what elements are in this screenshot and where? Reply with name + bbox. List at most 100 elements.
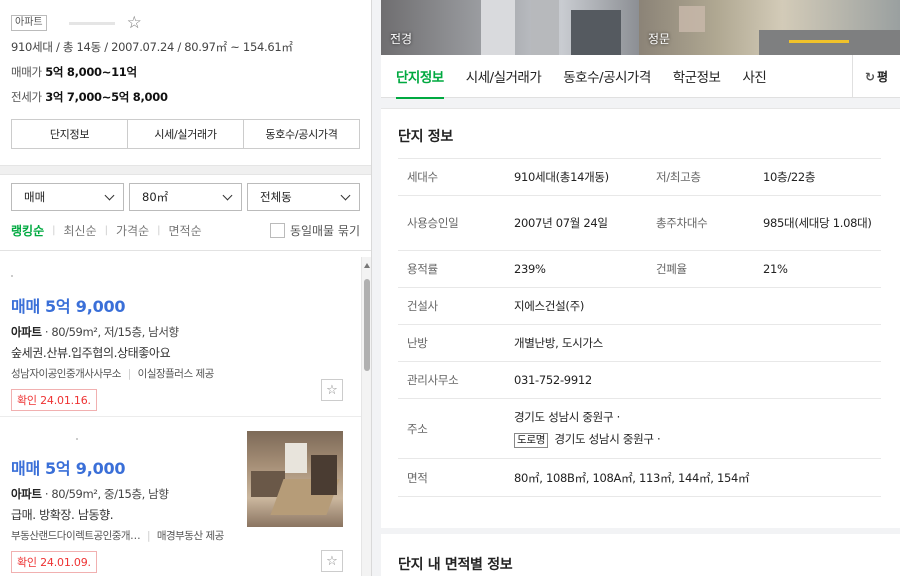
unit-toggle-button[interactable]: ↻ 평 xyxy=(852,55,900,98)
info-key: 저/최고층 xyxy=(649,158,757,196)
chevron-down-icon xyxy=(340,190,351,200)
info-value: 031-752-9912 xyxy=(508,361,881,399)
jeonse-price-value: 3억 7,000~5억 8,000 xyxy=(45,90,168,104)
info-value: 2007년 07월 24일 xyxy=(508,195,649,251)
refresh-icon: ↻ xyxy=(864,69,875,84)
scrollbar-thumb[interactable] xyxy=(364,279,370,371)
chevron-down-icon xyxy=(104,190,115,200)
jeonse-price-label: 전세가 xyxy=(11,90,42,104)
favorite-star-icon[interactable]: ☆ xyxy=(127,14,142,32)
area-value: 80㎡ xyxy=(142,190,169,204)
listing-scrollbar[interactable] xyxy=(361,257,371,576)
tab-complex-info[interactable]: 단지정보 xyxy=(396,55,444,99)
tab-unit-price[interactable]: 동호수/공시가격 xyxy=(563,55,651,98)
table-row: 면적 80㎡, 108B㎡, 108A㎡, 113㎡, 144㎡, 154㎡ xyxy=(398,458,881,497)
listing-favorite-star-icon[interactable]: ☆ xyxy=(321,379,343,401)
list-item[interactable]: 매매 5억 9,000 아파트 · 80/59m², 중/15층, 남향 급매.… xyxy=(0,417,362,576)
sale-price-value: 5억 8,000~11억 xyxy=(45,65,137,79)
app-root: 아파트 ☆ 910세대 / 총 14동 / 2007.07.24 / 80.97… xyxy=(0,0,900,576)
group-same-listing-toggle[interactable]: 동일매물 묶기 xyxy=(269,222,360,239)
provider-name: 이실장플러스 제공 xyxy=(137,368,215,380)
group-checkbox-label: 동일매물 묶기 xyxy=(289,224,360,238)
info-key: 용적률 xyxy=(398,250,508,288)
info-key: 관리사무소 xyxy=(398,361,508,399)
area-info-card: 단지 내 면적별 정보 xyxy=(381,534,900,576)
info-value: 80㎡, 108B㎡, 108A㎡, 113㎡, 144㎡, 154㎡ xyxy=(508,458,881,497)
tab-price[interactable]: 시세/실거래가 xyxy=(466,55,542,98)
info-value: 21% xyxy=(757,250,881,288)
group-checkbox[interactable] xyxy=(269,223,285,238)
complex-info-table: 세대수 910세대(총14개동) 저/최고층 10층/22층 사용승인일 200… xyxy=(398,158,881,497)
complex-name-redacted xyxy=(68,21,115,25)
listing-deal-type: 매매 xyxy=(11,297,41,316)
info-value: 개별난방, 도시가스 xyxy=(508,324,881,362)
dong-select[interactable]: 전체동 xyxy=(247,183,360,211)
sort-latest[interactable]: 최신순 xyxy=(64,222,97,239)
listing-price-value: 5억 9,000 xyxy=(44,297,126,316)
sale-price-line: 매매가 5억 8,000~11억 xyxy=(11,64,360,80)
type-badge: 아파트 xyxy=(11,15,47,31)
sale-price-label: 매매가 xyxy=(11,65,42,79)
left-tab-bar: 단지정보 시세/실거래가 동호수/공시가격 xyxy=(11,119,360,149)
listing-agent: 부동산랜드다이렉트공인중개… | 매경부동산 제공 xyxy=(11,528,351,543)
table-row: 용적률 239% 건폐율 21% xyxy=(398,250,881,288)
left-tab-price[interactable]: 시세/실거래가 xyxy=(128,120,244,148)
address-jibun: 경기도 성남시 중원구 · xyxy=(514,410,620,424)
sort-divider: | xyxy=(157,225,161,236)
list-item[interactable]: 매매 5억 9,000 아파트 · 80/59m², 저/15층, 남서향 숲세… xyxy=(0,257,362,417)
complex-info-title: 단지 정보 xyxy=(398,129,453,145)
photo-strip: 전경 정문 xyxy=(381,0,900,55)
table-row: 관리사무소 031-752-9912 xyxy=(398,361,881,399)
listing-price: 매매 5억 9,000 xyxy=(11,293,351,317)
sort-ranking[interactable]: 랭킹순 xyxy=(11,222,44,239)
info-value: 10층/22층 xyxy=(757,158,881,196)
listing-type: 아파트 xyxy=(11,325,42,339)
listing-spec-text: · 80/59m², 저/15층, 남서향 xyxy=(44,325,179,339)
deal-type-select[interactable]: 매매 xyxy=(11,183,124,211)
table-row: 주소 경기도 성남시 중원구 · 도로명 경기도 성남시 중원구 · xyxy=(398,398,881,459)
table-row: 건설사 지에스건설(주) xyxy=(398,287,881,325)
address-road: 경기도 성남시 중원구 · xyxy=(554,432,661,446)
right-panel: 전경 정문 단지정보 시세/실거래가 동호수/공시가격 학군정보 사진 ↻ 평 … xyxy=(381,0,900,576)
sort-price[interactable]: 가격순 xyxy=(116,222,149,239)
agent-name[interactable]: 부동산랜드다이렉트공인중개… xyxy=(11,530,141,542)
info-key: 건폐율 xyxy=(649,250,757,288)
info-value: 910세대(총14개동) xyxy=(508,158,649,196)
provider-name: 매경부동산 제공 xyxy=(156,530,224,542)
info-key: 세대수 xyxy=(398,158,508,196)
dong-value: 전체동 xyxy=(260,190,292,204)
left-tab-unit-price[interactable]: 동호수/공시가격 xyxy=(244,120,359,148)
left-tab-complex-info[interactable]: 단지정보 xyxy=(12,120,128,148)
listing-thumbnail[interactable] xyxy=(247,431,343,527)
photo-exterior[interactable]: 전경 xyxy=(381,0,639,55)
complex-header: 아파트 ☆ 910세대 / 총 14동 / 2007.07.24 / 80.97… xyxy=(0,0,371,149)
info-key: 면적 xyxy=(398,458,508,497)
listing-favorite-star-icon[interactable]: ☆ xyxy=(321,550,343,572)
deal-type-value: 매매 xyxy=(24,190,46,204)
left-panel: 아파트 ☆ 910세대 / 총 14동 / 2007.07.24 / 80.97… xyxy=(0,0,372,576)
info-key: 사용승인일 xyxy=(398,195,508,251)
scroll-up-arrow-icon[interactable] xyxy=(364,263,370,268)
tab-photos[interactable]: 사진 xyxy=(742,55,766,98)
info-key: 난방 xyxy=(398,324,508,362)
listing-price-value: 5억 9,000 xyxy=(44,459,126,478)
complex-meta: 910세대 / 총 14동 / 2007.07.24 / 80.97㎡ ~ 15… xyxy=(11,40,293,54)
chevron-down-icon xyxy=(222,190,233,200)
confirmed-date-badge: 확인 24.01.09. xyxy=(11,551,97,573)
area-select[interactable]: 80㎡ xyxy=(129,183,242,211)
agent-name[interactable]: 성남자이공인중개사사무소 xyxy=(11,368,121,380)
jeonse-price-line: 전세가 3억 7,000~5억 8,000 xyxy=(11,89,360,105)
filter-bar: 매매 80㎡ 전체동 xyxy=(0,175,371,211)
listing-spec: 아파트 · 80/59m², 저/15층, 남서향 xyxy=(11,324,351,340)
unit-toggle-label: 평 xyxy=(877,70,889,84)
confirmed-date-badge: 확인 24.01.16. xyxy=(11,389,97,411)
table-row: 세대수 910세대(총14개동) 저/최고층 10층/22층 xyxy=(398,158,881,196)
photo-caption: 정문 xyxy=(648,32,671,46)
tab-school[interactable]: 학군정보 xyxy=(673,55,721,98)
photo-gate[interactable]: 정문 xyxy=(639,0,900,55)
listing-agent: 성남자이공인중개사사무소 | 이실장플러스 제공 xyxy=(11,366,351,381)
info-value: 985대(세대당 1.08대) xyxy=(757,195,881,251)
table-row: 난방 개별난방, 도시가스 xyxy=(398,324,881,362)
info-value: 239% xyxy=(508,250,649,288)
sort-area[interactable]: 면적순 xyxy=(169,222,202,239)
